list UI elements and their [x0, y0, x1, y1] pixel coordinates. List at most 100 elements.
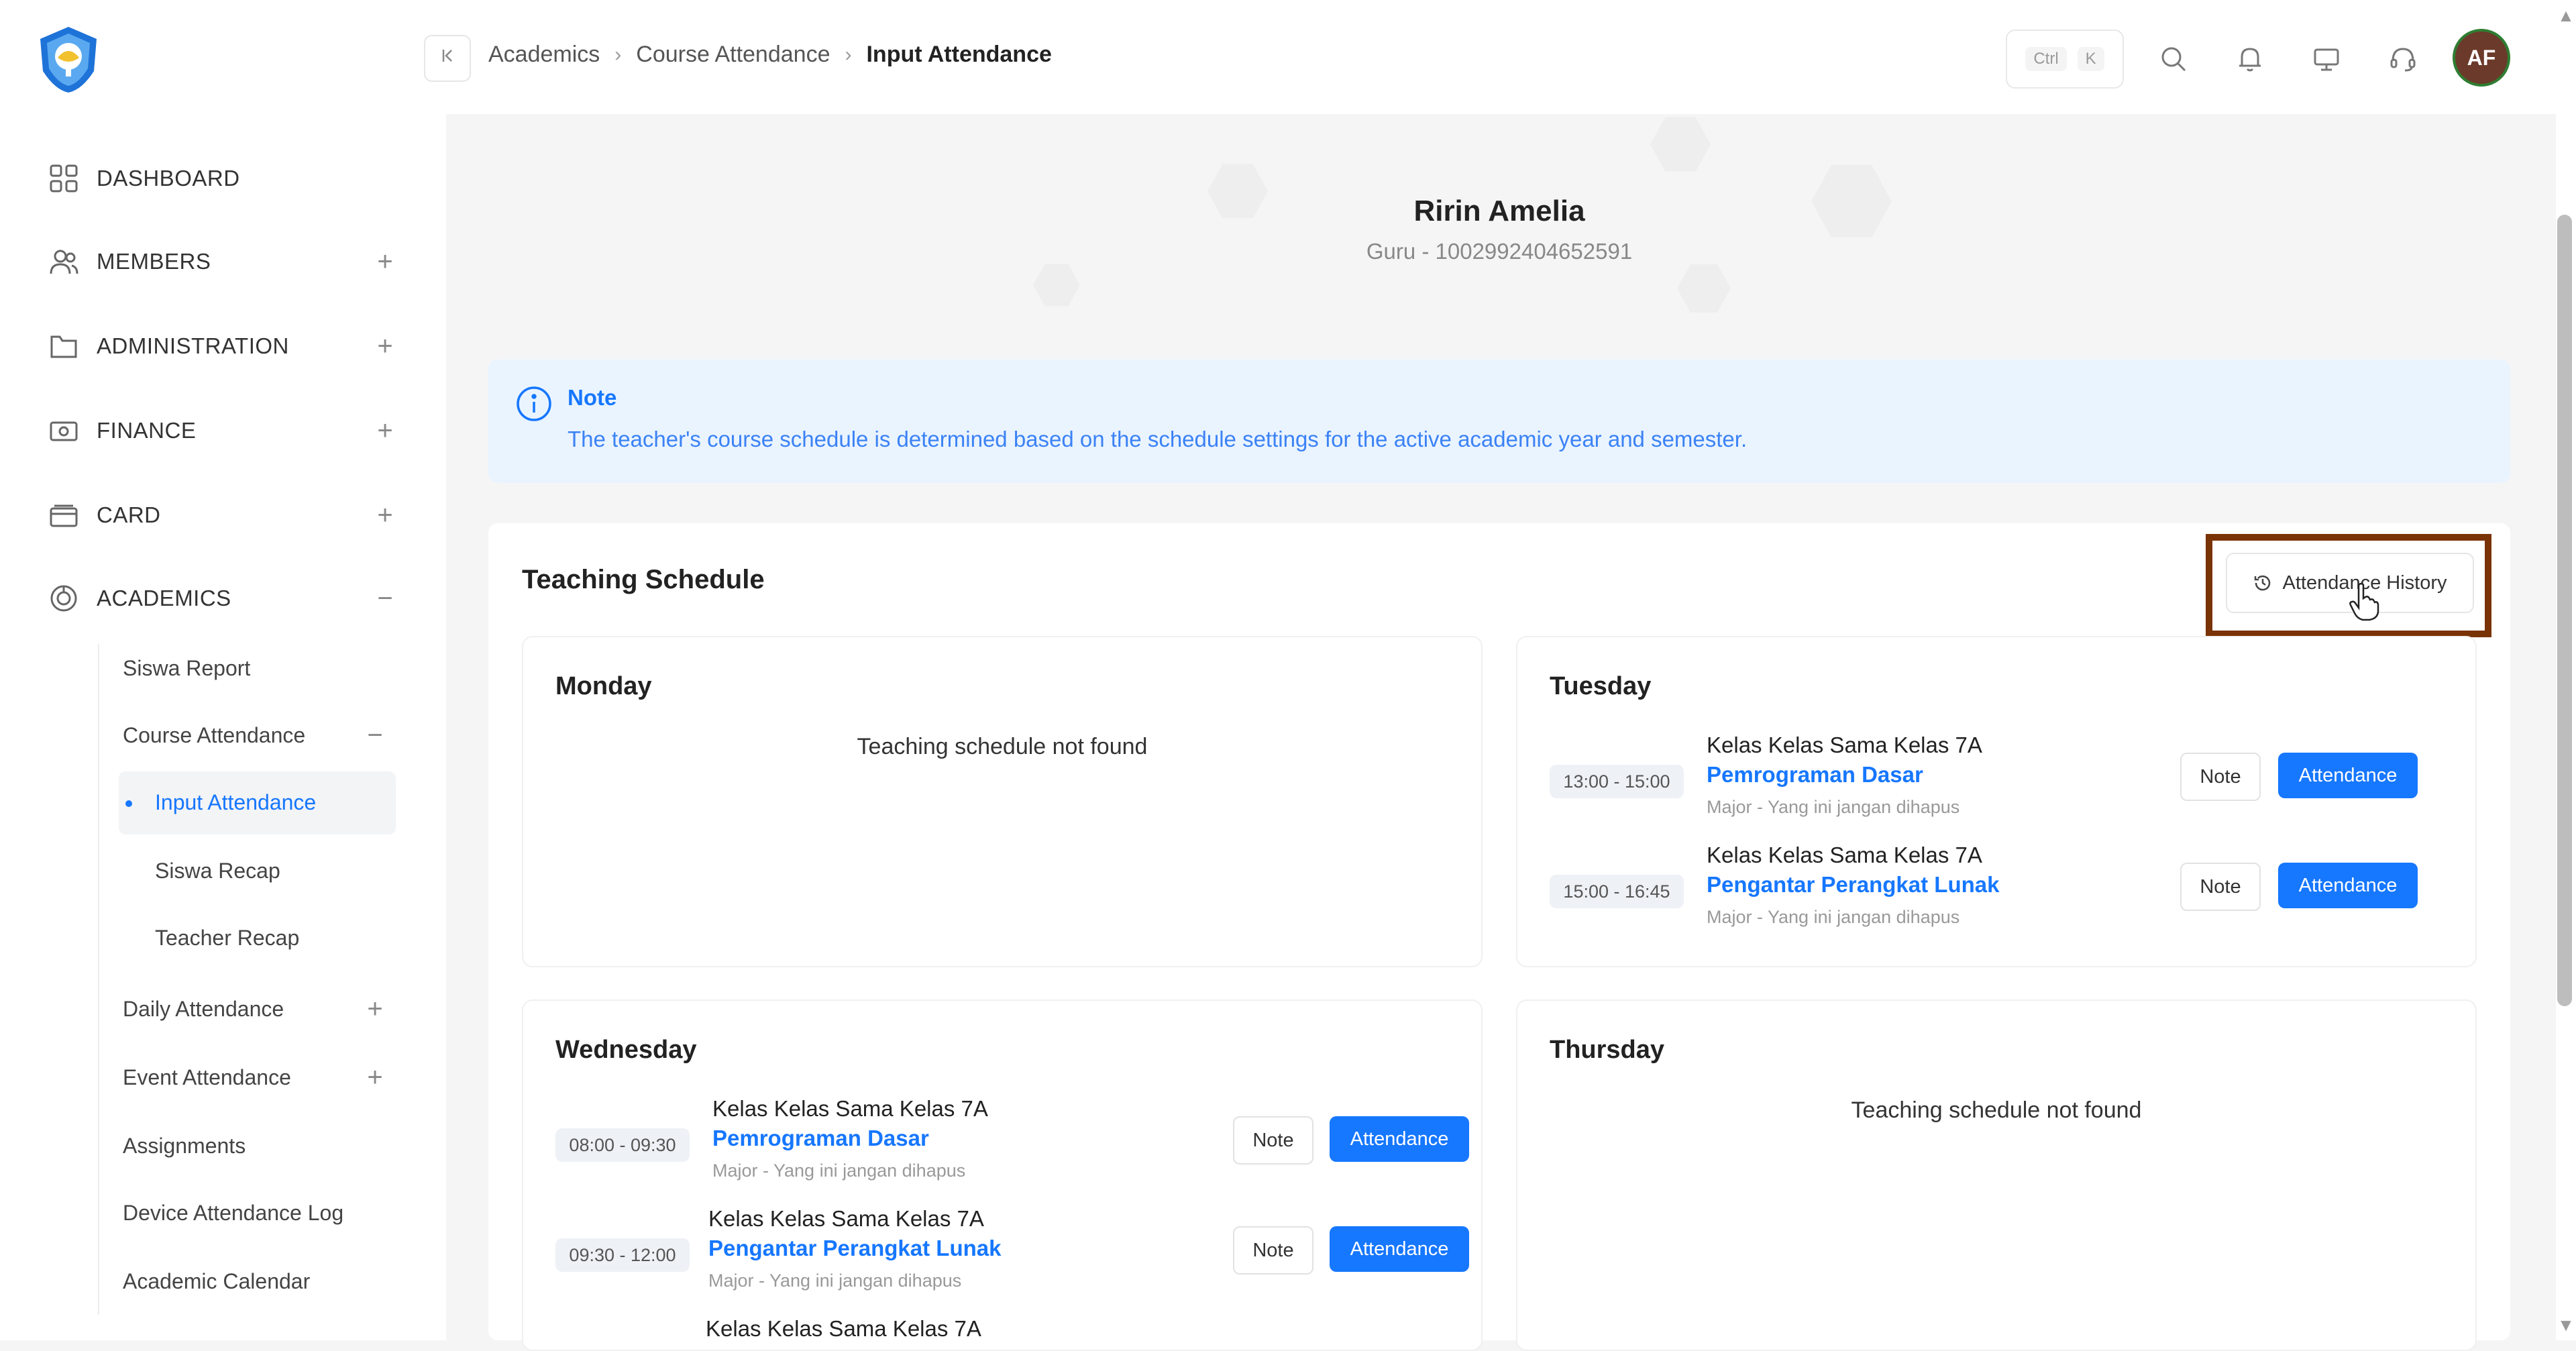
money-icon — [48, 415, 79, 446]
nav-academics[interactable]: ACADEMICS − — [48, 578, 397, 618]
history-icon — [2255, 575, 2271, 591]
sidebar-item-label: Course Attendance — [123, 722, 306, 747]
info-note: Note The teacher's course schedule is de… — [488, 360, 2510, 483]
sidebar-collapse-button[interactable] — [424, 35, 471, 82]
expand-icon[interactable]: + — [363, 995, 387, 1022]
info-icon — [515, 385, 553, 423]
attendance-button[interactable]: Attendance — [1330, 1226, 1469, 1272]
note-button[interactable]: Note — [2180, 863, 2261, 911]
attendance-button[interactable]: Attendance — [2278, 863, 2418, 908]
expand-icon[interactable]: + — [373, 248, 397, 275]
sidebar-item-assignments[interactable]: Assignments — [123, 1126, 246, 1166]
kbd-ctrl: Ctrl — [2025, 47, 2067, 71]
decorative-hexagon — [1811, 165, 1892, 237]
users-icon — [48, 246, 79, 277]
sidebar-item-teacher-recap[interactable]: Teacher Recap — [155, 918, 299, 958]
nav-card[interactable]: CARD + — [48, 495, 397, 535]
note-text: The teacher's course schedule is determi… — [568, 427, 1748, 451]
empty-message: Teaching schedule not found — [1851, 1097, 2142, 1123]
sidebar-item-academic-calendar[interactable]: Academic Calendar — [123, 1261, 310, 1301]
nav-label: MEMBERS — [97, 249, 211, 274]
note-button[interactable]: Note — [1233, 1226, 1313, 1275]
day-name: Monday — [555, 672, 652, 700]
day-card-wednesday: Wednesday 08:00 - 09:30 Kelas Kelas Sama… — [522, 999, 1483, 1351]
note-button[interactable]: Note — [2180, 753, 2261, 801]
avatar[interactable]: AF — [2453, 29, 2510, 87]
time-badge: 15:00 - 16:45 — [1550, 875, 1684, 908]
headset-icon[interactable] — [2384, 40, 2422, 78]
nav-label: ACADEMICS — [97, 586, 231, 610]
monitor-icon[interactable] — [2308, 40, 2345, 78]
bell-icon[interactable] — [2231, 40, 2269, 78]
attendance-button[interactable]: Attendance — [1330, 1116, 1469, 1162]
decorative-hexagon — [1677, 264, 1731, 313]
day-name: Wednesday — [555, 1036, 697, 1064]
day-card-thursday: Thursday Teaching schedule not found — [1516, 999, 2477, 1351]
breadcrumb-academics[interactable]: Academics — [488, 42, 600, 68]
time-badge: 09:30 - 12:00 — [555, 1238, 690, 1272]
collapse-icon[interactable]: − — [373, 585, 397, 612]
school-logo[interactable] — [35, 24, 102, 95]
day-name: Tuesday — [1550, 672, 1652, 700]
expand-icon[interactable]: + — [373, 417, 397, 444]
day-card-monday: Monday Teaching schedule not found — [522, 636, 1483, 967]
time-badge: 08:00 - 09:30 — [555, 1128, 690, 1162]
day-card-tuesday: Tuesday 13:00 - 15:00 Kelas Kelas Sama K… — [1516, 636, 2477, 967]
scrollbar-thumb[interactable] — [2557, 215, 2572, 1006]
empty-message: Teaching schedule not found — [857, 734, 1148, 759]
folder-icon — [48, 331, 79, 362]
breadcrumb: Academics › Course Attendance › Input At… — [488, 42, 1052, 68]
scroll-down-icon[interactable]: ▼ — [2557, 1316, 2575, 1334]
nav-administration[interactable]: ADMINISTRATION + — [48, 326, 397, 366]
class-name: Kelas Kelas Sama Kelas 7A — [706, 1316, 981, 1341]
time-badge: 13:00 - 15:00 — [1550, 765, 1684, 798]
kbd-k: K — [2077, 47, 2104, 71]
sidebar-item-input-attendance[interactable]: Input Attendance — [155, 782, 316, 822]
sidebar-item-daily-attendance[interactable]: Daily Attendance + — [123, 989, 391, 1029]
collapse-left-icon — [439, 47, 456, 70]
profile-name: Ririn Amelia — [1413, 195, 1585, 227]
major-text: Major - Yang ini jangan dihapus — [1707, 907, 1960, 927]
scroll-up-icon[interactable]: ▲ — [2557, 7, 2575, 24]
search-shortcut[interactable]: Ctrl K — [2006, 30, 2124, 89]
sidebar-item-course-attendance[interactable]: Course Attendance − — [123, 715, 391, 755]
nav-label: DASHBOARD — [97, 166, 240, 191]
sidebar-item-siswa-recap[interactable]: Siswa Recap — [155, 851, 280, 891]
course-link[interactable]: Pemrograman Dasar — [712, 1126, 929, 1151]
section-title: Teaching Schedule — [522, 565, 765, 594]
attendance-button[interactable]: Attendance — [2278, 753, 2418, 798]
breadcrumb-current: Input Attendance — [866, 42, 1052, 67]
course-link[interactable]: Pengantar Perangkat Lunak — [1707, 872, 1999, 898]
class-name: Kelas Kelas Sama Kelas 7A — [1707, 843, 1982, 867]
chevron-right-icon: › — [845, 43, 852, 66]
class-name: Kelas Kelas Sama Kelas 7A — [708, 1206, 984, 1231]
nav-dashboard[interactable]: DASHBOARD — [48, 158, 397, 199]
decorative-hexagon — [1650, 117, 1711, 172]
teaching-schedule-card: Teaching Schedule Attendance History Mon… — [488, 523, 2510, 1351]
schedule-slot: 15:00 - 16:45 Kelas Kelas Sama Kelas 7A … — [1550, 843, 2442, 936]
expand-icon[interactable]: + — [363, 1064, 387, 1091]
tree-line — [98, 644, 99, 1315]
sidebar-item-device-log[interactable]: Device Attendance Log — [123, 1193, 343, 1233]
nav-members[interactable]: MEMBERS + — [48, 241, 397, 282]
schedule-slot: 09:30 - 12:00 Kelas Kelas Sama Kelas 7A … — [555, 1206, 1469, 1300]
nav-finance[interactable]: FINANCE + — [48, 411, 397, 451]
breadcrumb-course-attendance[interactable]: Course Attendance — [636, 42, 830, 68]
collapse-icon[interactable]: − — [363, 722, 387, 749]
hand-pointer-icon — [2349, 582, 2380, 625]
schedule-slot: Kelas Kelas Sama Kelas 7A — [555, 1316, 1448, 1350]
nav-label: ADMINISTRATION — [97, 333, 289, 358]
decorative-hexagon — [1033, 264, 1080, 307]
sidebar-item-event-attendance[interactable]: Event Attendance + — [123, 1057, 391, 1097]
sidebar-item-siswa-report[interactable]: Siswa Report — [123, 648, 250, 688]
course-link[interactable]: Pengantar Perangkat Lunak — [708, 1236, 1001, 1261]
note-button[interactable]: Note — [1233, 1116, 1313, 1165]
note-title: Note — [568, 385, 617, 410]
course-link[interactable]: Pemrograman Dasar — [1707, 762, 1923, 788]
expand-icon[interactable]: + — [373, 502, 397, 529]
search-icon[interactable] — [2155, 40, 2192, 78]
chevron-right-icon: › — [614, 43, 622, 66]
sidebar: DASHBOARD MEMBERS + ADMINISTRATION + FIN… — [0, 0, 446, 1340]
expand-icon[interactable]: + — [373, 333, 397, 360]
nav-label: FINANCE — [97, 418, 197, 443]
